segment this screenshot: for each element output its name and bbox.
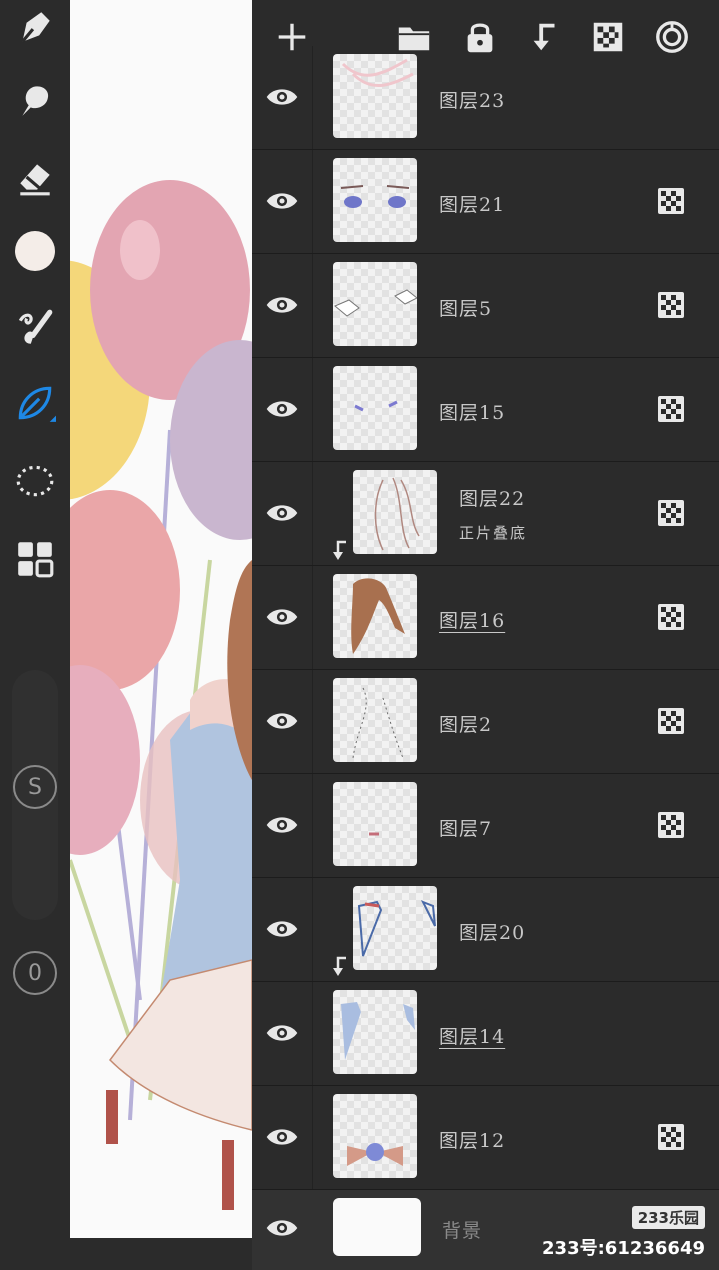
layer-name: 图层22 [459,488,526,510]
layer-row[interactable]: 图层21 [252,150,719,254]
layer-row[interactable]: 图层5 [252,254,719,358]
layer-thumbnail [353,470,437,554]
clip-arrow-icon [332,956,350,978]
checker-icon[interactable] [658,500,684,526]
layers-grid-icon[interactable] [10,534,60,584]
checker-icon[interactable] [658,188,684,214]
pen-tool-icon[interactable] [10,2,60,52]
row-divider [312,254,313,357]
watermark-id: 233号:61236649 [542,1238,705,1259]
layer-row[interactable]: 图层12 [252,1086,719,1190]
layer-name: 图层21 [439,194,506,216]
lasso-selection-icon[interactable] [10,456,60,506]
visibility-eye-icon[interactable] [262,495,302,531]
layer-row[interactable]: 图层20 [252,878,719,982]
clip-arrow-icon [332,540,350,562]
layer-thumbnail [333,678,417,762]
visibility-eye-icon[interactable] [262,287,302,323]
smudge-tool-icon[interactable] [10,74,60,124]
layers-panel: 图层23 图层21 图层5 图层15 图层22 正片叠底 图层16 图层2 图层… [252,0,719,1270]
row-divider [312,566,313,669]
layer-row[interactable]: 图层15 [252,358,719,462]
visibility-eye-icon[interactable] [262,1015,302,1051]
layer-name: 图层5 [439,298,493,320]
layer-thumbnail [333,366,417,450]
layer-row[interactable]: 图层22 正片叠底 [252,462,719,566]
layer-thumbnail [333,990,417,1074]
layer-name: 图层2 [439,714,493,736]
opacity-button[interactable]: 0 [13,951,57,995]
visibility-eye-icon[interactable] [262,183,302,219]
layer-thumbnail [333,1094,417,1178]
layer-thumbnail [333,262,417,346]
checker-icon[interactable] [658,604,684,630]
layer-thumbnail [333,574,417,658]
tool-sidebar: S 0 [0,0,70,1270]
layer-thumbnail [333,54,417,138]
row-divider [312,670,313,773]
layer-thumbnail [333,782,417,866]
visibility-eye-icon[interactable] [262,599,302,635]
layer-thumbnail [333,1198,421,1256]
visibility-eye-icon[interactable] [262,79,302,115]
layer-thumbnail [333,158,417,242]
layer-row[interactable]: 图层14 [252,982,719,1086]
checker-icon[interactable] [658,292,684,318]
watermark: 233乐园 233号:61236649 [542,1206,705,1260]
eraser-icon[interactable] [10,152,60,202]
checker-icon[interactable] [658,1124,684,1150]
layer-row[interactable]: 图层16 [252,566,719,670]
checker-icon[interactable] [658,396,684,422]
canvas-bottom-bar [0,1238,252,1270]
layer-row[interactable]: 图层2 [252,670,719,774]
drawing-canvas[interactable] [70,0,252,1238]
layer-name: 图层15 [439,402,506,424]
layer-name: 图层23 [439,90,506,112]
row-divider [312,774,313,877]
layer-name: 图层7 [439,818,493,840]
color-swatch[interactable] [10,226,60,276]
row-divider [312,1086,313,1189]
leaf-brush-icon[interactable] [10,378,60,428]
row-divider [312,878,313,981]
layer-row[interactable]: 图层7 [252,774,719,878]
blend-mode-label: 正片叠底 [459,524,528,542]
layer-name: 背景 [442,1220,483,1242]
visibility-eye-icon[interactable] [262,703,302,739]
row-divider [312,358,313,461]
brush-size-button[interactable]: S [13,765,57,809]
layer-name: 图层14 [439,1026,506,1048]
visibility-eye-icon[interactable] [262,1119,302,1155]
visibility-eye-icon[interactable] [262,391,302,427]
layer-name: 图层20 [459,922,526,944]
row-divider [312,462,313,565]
row-divider [312,46,313,149]
layer-thumbnail [353,886,437,970]
watermark-logo: 233乐园 [631,1206,705,1229]
layer-row[interactable]: 图层23 [252,46,719,150]
visibility-eye-icon[interactable] [262,807,302,843]
row-divider [312,150,313,253]
checker-icon[interactable] [658,708,684,734]
visibility-eye-icon[interactable] [262,1210,302,1246]
brush-library-icon[interactable] [10,302,60,352]
row-divider [312,982,313,1085]
layer-name: 图层16 [439,610,506,632]
layer-name: 图层12 [439,1130,506,1152]
checker-icon[interactable] [658,812,684,838]
visibility-eye-icon[interactable] [262,911,302,947]
